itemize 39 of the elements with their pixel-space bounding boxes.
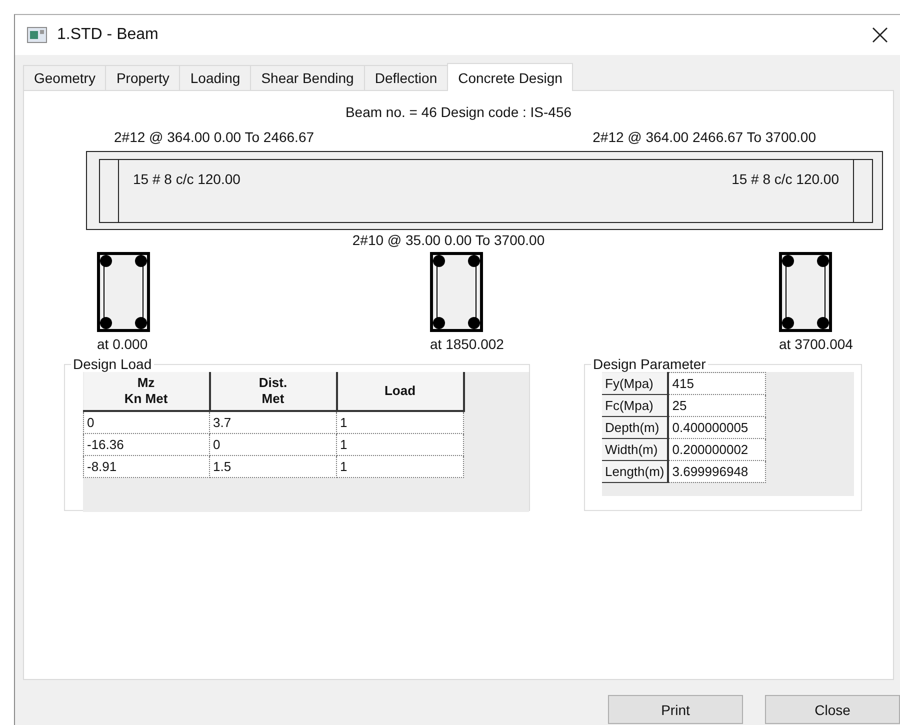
parameter-name: Width(m): [602, 438, 668, 460]
top-bar-label: 2#12 @ 364.00 2466.67 To 3700.00: [592, 129, 816, 145]
parameter-name: Fc(Mpa): [602, 394, 668, 416]
parameter-name: Fy(Mpa): [602, 372, 668, 394]
parameter-name: Length(m): [602, 460, 668, 482]
table-cell: -16.36: [84, 434, 210, 456]
table-cell: 0: [84, 411, 210, 434]
column-header: Mz Kn Met: [84, 372, 210, 411]
close-button[interactable]: Close: [765, 695, 900, 724]
parameter-name: Depth(m): [602, 416, 668, 438]
stirrup-label: 15 # 8 c/c 120.00: [133, 171, 240, 187]
group-title: Design Load: [72, 356, 153, 372]
table-cell: 1: [336, 411, 464, 434]
parameter-value: 25: [668, 394, 766, 416]
window-title: 1.STD - Beam: [57, 26, 160, 44]
column-header: Load: [336, 372, 464, 411]
section-label: at 0.000: [97, 336, 148, 352]
beam-header: Beam no. = 46 Design code : IS-456: [344, 104, 573, 120]
app-icon: [27, 27, 47, 43]
parameter-value: 0.400000005: [668, 416, 766, 438]
section-label: at 3700.004: [779, 336, 853, 352]
table-cell: -8.91: [84, 456, 210, 478]
table-cell: 1.5: [210, 456, 336, 478]
tab[interactable]: Geometry: [23, 65, 106, 90]
parameter-value: 415: [668, 372, 766, 394]
table-cell: 1: [336, 434, 464, 456]
table-cell: 1: [336, 456, 464, 478]
table-cell: 0: [210, 434, 336, 456]
section-label: at 1850.002: [430, 336, 504, 352]
bottom-bar-label: 2#10 @ 35.00 0.00 To 3700.00: [352, 232, 545, 248]
table-cell: 3.7: [210, 411, 336, 434]
tab[interactable]: Concrete Design: [447, 63, 574, 91]
parameter-value: 0.200000002: [668, 438, 766, 460]
group-title: Design Parameter: [592, 356, 707, 372]
parameter-value: 3.699996948: [668, 460, 766, 482]
column-header: Dist. Met: [210, 372, 336, 411]
print-button[interactable]: Print: [608, 695, 743, 724]
stirrup-label: 15 # 8 c/c 120.00: [732, 171, 839, 187]
top-bar-label: 2#12 @ 364.00 0.00 To 2466.67: [114, 129, 314, 145]
